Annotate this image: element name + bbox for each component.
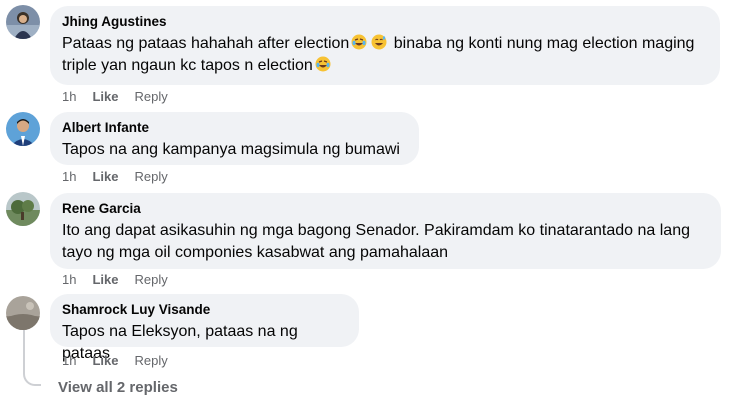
avatar[interactable]: [6, 192, 40, 226]
comment-bubble: Albert Infante Tapos na ang kampanya mag…: [50, 112, 419, 165]
comment-text: Pataas ng pataas hahahah after election …: [62, 33, 708, 77]
comment-bubble: Rene Garcia Ito ang dapat asikasuhin ng …: [50, 193, 721, 269]
comment-timestamp[interactable]: 1h: [62, 353, 76, 368]
comment-actions: 1h Like Reply: [62, 89, 184, 105]
reply-button[interactable]: Reply: [134, 89, 167, 104]
author-name[interactable]: Rene Garcia: [62, 200, 709, 217]
reply-button[interactable]: Reply: [134, 169, 167, 184]
comment-text: Tapos na ang kampanya magsimula ng bumaw…: [62, 141, 400, 158]
like-button[interactable]: Like: [92, 353, 118, 368]
avatar-photo-icon: [6, 296, 40, 330]
rolling-on-floor-laughing-emoji-icon: [315, 56, 331, 72]
avatar[interactable]: [6, 5, 40, 39]
grinning-sweat-emoji-icon: [371, 34, 387, 50]
author-name[interactable]: Shamrock Luy Visande: [62, 301, 347, 318]
avatar[interactable]: [6, 296, 40, 330]
like-button[interactable]: Like: [92, 89, 118, 104]
reply-button[interactable]: Reply: [134, 272, 167, 287]
comment-bubble: Jhing Agustines Pataas ng pataas hahahah…: [50, 6, 720, 85]
avatar-photo-icon: [6, 112, 40, 146]
like-button[interactable]: Like: [92, 169, 118, 184]
avatar[interactable]: [6, 112, 40, 146]
reply-button[interactable]: Reply: [134, 353, 167, 368]
comment-actions: 1h Like Reply: [62, 272, 184, 288]
author-name[interactable]: Jhing Agustines: [62, 13, 708, 30]
avatar-photo-icon: [6, 5, 40, 39]
comment-bubble: Shamrock Luy Visande Tapos na Eleksyon, …: [50, 294, 359, 362]
comment-timestamp[interactable]: 1h: [62, 169, 76, 184]
comment-actions: 1h Like Reply: [62, 353, 184, 369]
rolling-on-floor-laughing-emoji-icon: [351, 34, 367, 50]
view-all-replies-link[interactable]: View all 2 replies: [58, 379, 178, 397]
reply-thread-connector: [23, 330, 41, 386]
author-name[interactable]: Albert Infante: [62, 119, 407, 136]
comment-timestamp[interactable]: 1h: [62, 272, 76, 287]
comment-actions: 1h Like Reply: [62, 169, 184, 185]
comment-text-part: Pataas ng pataas hahahah after election: [62, 35, 350, 52]
like-button[interactable]: Like: [92, 272, 118, 287]
avatar-photo-icon: [6, 192, 40, 226]
comment-timestamp[interactable]: 1h: [62, 89, 76, 104]
comment-text: Ito ang dapat asikasuhin ng mga bagong S…: [62, 222, 690, 261]
